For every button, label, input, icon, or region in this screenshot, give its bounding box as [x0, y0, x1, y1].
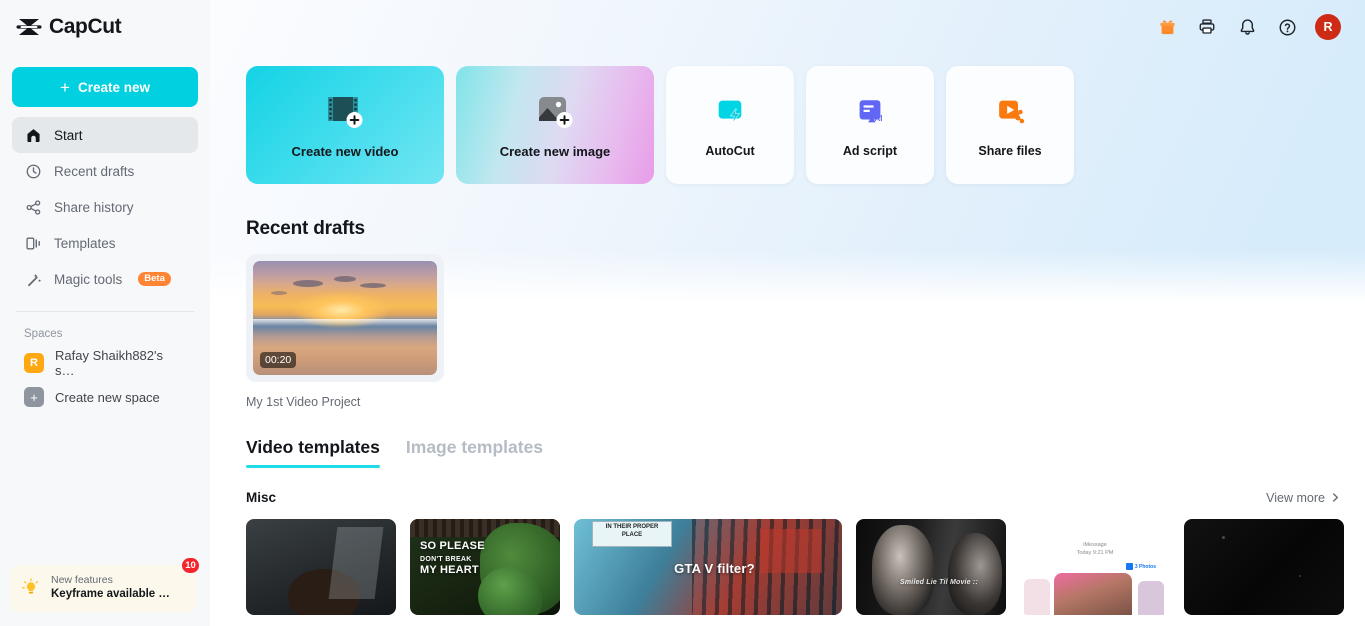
sidebar-item-label: Start — [54, 127, 83, 143]
create-new-image-card[interactable]: Create new image — [456, 66, 654, 184]
share-files-card[interactable]: Share files — [946, 66, 1074, 184]
share-files-icon — [993, 92, 1027, 132]
plus-square-icon: + — [24, 387, 44, 407]
beta-badge: Beta — [138, 271, 171, 287]
sidebar-item-templates[interactable]: Templates — [12, 225, 198, 261]
space-item-label: Rafay Shaikh882's s… — [55, 348, 163, 378]
sidebar: CapCut + Create new Start Recent drafts — [0, 0, 210, 626]
space-avatar: R — [24, 353, 44, 373]
space-item-label: Create new space — [55, 389, 160, 405]
help-circle-icon[interactable] — [1275, 15, 1299, 39]
sidebar-item-label: Templates — [54, 235, 116, 251]
template-item[interactable]: iMessage Today 9:21 PM 3 Photos — [1020, 519, 1170, 615]
topbar: R — [210, 0, 1365, 54]
magic-wand-icon — [24, 270, 42, 288]
action-cards: Create new video Create new image AutoCu… — [210, 54, 1365, 184]
recent-drafts-heading: Recent drafts — [246, 218, 365, 239]
image-plus-icon — [533, 92, 577, 132]
draft-item[interactable]: 00:20 — [246, 254, 444, 382]
view-more-link[interactable]: View more — [1266, 491, 1341, 505]
capcut-logo-icon — [16, 16, 42, 38]
sidebar-item-start[interactable]: Start — [12, 117, 198, 153]
sidebar-nav: Start Recent drafts Share history Templa… — [0, 117, 210, 297]
avatar[interactable]: R — [1315, 14, 1341, 40]
create-new-space-button[interactable]: + Create new space — [0, 380, 210, 414]
clock-icon — [24, 162, 42, 180]
template-list: SO PLEASE DON'T BREAK MY HEART IN THEIR P… — [210, 505, 1365, 615]
app-logo-text: CapCut — [49, 15, 122, 38]
view-more-label: View more — [1266, 490, 1325, 505]
templates-tabs: Video templates Image templates — [210, 409, 1365, 468]
template-item[interactable]: SO PLEASE DON'T BREAK MY HEART — [410, 519, 560, 615]
new-features-subtitle: New features — [51, 573, 113, 586]
sidebar-item-share-history[interactable]: Share history — [12, 189, 198, 225]
misc-section-header: Misc View more — [210, 468, 1365, 505]
sidebar-item-recent-drafts[interactable]: Recent drafts — [12, 153, 198, 189]
tab-video-templates[interactable]: Video templates — [246, 437, 380, 468]
sidebar-item-label: Recent drafts — [54, 163, 135, 179]
misc-title: Misc — [246, 490, 277, 505]
capcut-app: CapCut + Create new Start Recent drafts — [0, 0, 1365, 626]
plus-icon: + — [60, 77, 70, 97]
sidebar-item-label: Magic tools — [54, 271, 123, 287]
card-label: Share files — [978, 144, 1042, 158]
space-item-user[interactable]: R Rafay Shaikh882's s… — [0, 346, 210, 380]
svg-text:AI: AI — [875, 114, 883, 123]
template-item[interactable] — [246, 519, 396, 615]
autocut-icon — [713, 92, 747, 132]
card-label: AutoCut — [705, 144, 755, 158]
app-logo[interactable]: CapCut — [0, 0, 210, 54]
card-label: Ad script — [842, 144, 898, 158]
new-features-badge: 10 — [181, 556, 200, 574]
home-icon — [24, 126, 42, 144]
ad-script-card[interactable]: AI Ad script — [806, 66, 934, 184]
card-label: Create new image — [499, 143, 611, 159]
share-icon — [24, 198, 42, 216]
template-overlay-text: GTA V filter? — [674, 561, 755, 577]
create-new-button[interactable]: + Create new — [12, 67, 198, 107]
sunset-beach-thumbnail: 00:20 — [253, 261, 437, 375]
bell-icon[interactable] — [1235, 15, 1259, 39]
template-overlay-text: SO PLEASE DON'T BREAK MY HEART — [420, 540, 485, 576]
gift-icon[interactable] — [1155, 15, 1179, 39]
printer-icon[interactable] — [1195, 15, 1219, 39]
create-new-label: Create new — [77, 79, 150, 95]
template-item[interactable]: Smiled Lie Til Movie :: — [856, 519, 1006, 615]
template-item[interactable] — [1184, 519, 1344, 615]
draft-duration: 00:20 — [260, 352, 297, 368]
ad-script-ai-icon: AI — [853, 92, 887, 132]
new-features-card[interactable]: New features Keyframe available … 10 — [10, 556, 200, 612]
spaces-label: Spaces — [24, 328, 63, 340]
autocut-card[interactable]: AutoCut — [666, 66, 794, 184]
main-content: R Create new video Create new image Auto… — [210, 0, 1365, 626]
draft-name: My 1st Video Project — [246, 395, 361, 409]
recent-drafts-list: 00:20 My 1st Video Project — [210, 240, 1365, 409]
card-label: Create new video — [291, 143, 399, 159]
templates-icon — [24, 234, 42, 252]
sidebar-item-magic-tools[interactable]: Magic tools Beta — [12, 261, 198, 297]
new-features-title: Keyframe available … — [51, 588, 170, 601]
film-plus-icon — [323, 92, 367, 132]
template-item[interactable]: IN THEIR PROPER PLACE GTA V filter? — [574, 519, 842, 615]
chevron-right-icon — [1332, 493, 1339, 502]
lightbulb-icon — [20, 577, 42, 599]
template-overlay-text: Smiled Lie Til Movie :: — [900, 579, 978, 586]
sidebar-item-label: Share history — [54, 199, 134, 215]
create-new-video-card[interactable]: Create new video — [246, 66, 444, 184]
tab-image-templates[interactable]: Image templates — [406, 437, 543, 468]
